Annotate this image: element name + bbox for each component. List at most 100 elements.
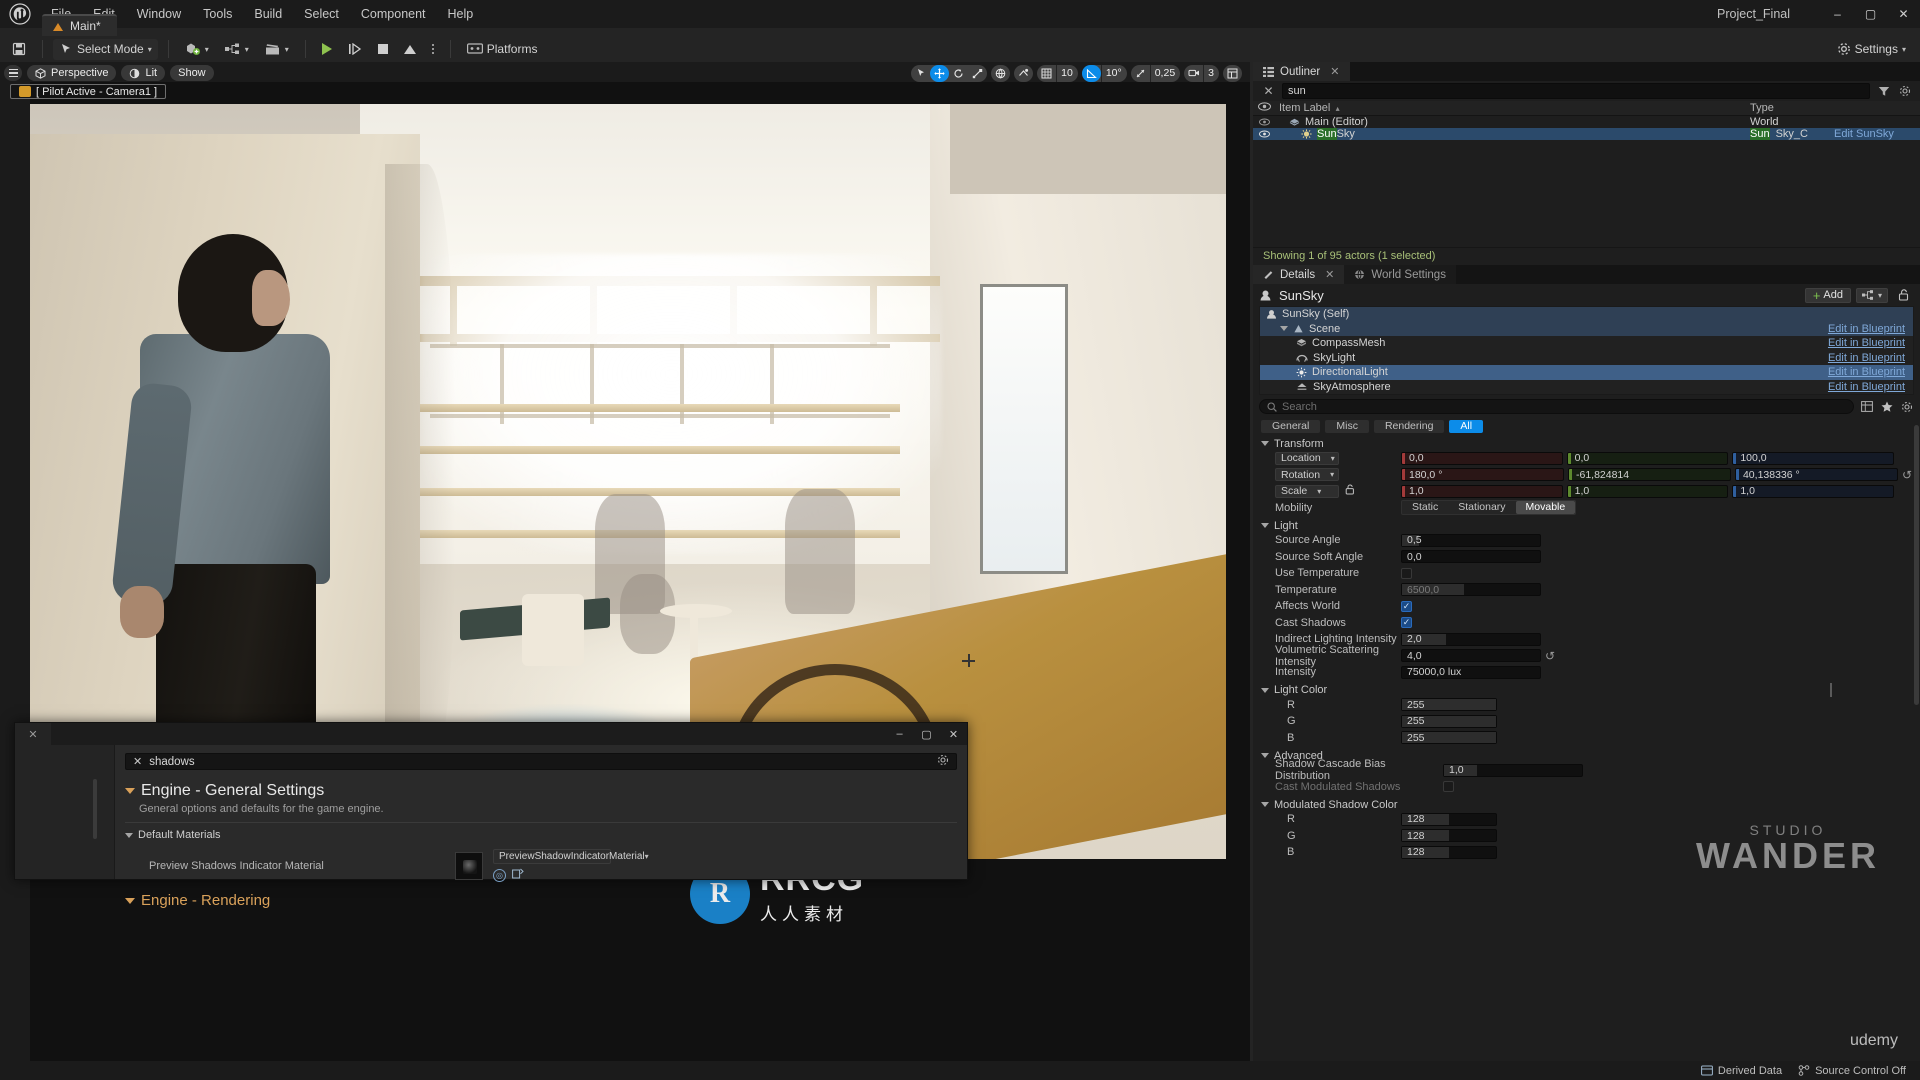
filter-misc[interactable]: Misc [1325, 419, 1369, 433]
source-angle-field[interactable]: 0,5 [1401, 533, 1541, 547]
details-search-box[interactable]: Search [1259, 399, 1854, 414]
add-actor-button[interactable]: ▾ [179, 39, 215, 60]
row-visibility-icon[interactable] [1253, 118, 1275, 126]
dialog-search-input[interactable] [149, 755, 930, 768]
row-visibility-icon[interactable] [1253, 130, 1275, 138]
component-row-sunsky-self[interactable]: SunSky (Self) [1260, 307, 1913, 322]
section-light-color-header[interactable]: Light Color [1253, 683, 1920, 697]
add-component-button[interactable]: + Add [1804, 287, 1851, 303]
component-row-scene[interactable]: Scene Edit in Blueprint [1260, 321, 1913, 336]
world-coords-icon[interactable] [991, 64, 1011, 82]
edit-in-blueprint-link[interactable]: Edit in Blueprint [1828, 337, 1905, 349]
translate-gizmo-icon[interactable] [930, 64, 950, 82]
edit-in-blueprint-link[interactable]: Edit in Blueprint [1828, 381, 1905, 393]
revert-rotation-icon[interactable]: ↺ [1902, 468, 1912, 482]
dialog-category-list[interactable] [15, 745, 115, 879]
section-modulated-shadow-color-header[interactable]: Modulated Shadow Color [1253, 798, 1920, 811]
scale-z-field[interactable]: 1,0 [1732, 484, 1895, 498]
surface-snap-icon[interactable] [1014, 64, 1034, 82]
scale-mode-combo[interactable]: Scale ▾ [1275, 484, 1339, 498]
collapse-caret-icon[interactable] [125, 832, 133, 838]
material-thumbnail[interactable] [455, 851, 483, 880]
viewport-menu-icon[interactable] [4, 65, 22, 81]
outliner-search-box[interactable] [1282, 83, 1870, 99]
rotation-y-field[interactable]: -61,824814 [1567, 468, 1731, 482]
use-temperature-checkbox[interactable] [1401, 567, 1412, 579]
stop-button[interactable] [372, 39, 394, 60]
rotate-gizmo-icon[interactable] [949, 65, 968, 82]
outliner-row-action-link[interactable]: Edit SunSky [1834, 128, 1894, 140]
mod-shadow-b-field[interactable]: 128 [1401, 845, 1497, 859]
outliner-search-input[interactable] [1288, 85, 1864, 97]
outliner-settings-icon[interactable] [1897, 84, 1912, 99]
cinematics-button[interactable]: ▾ [259, 39, 295, 60]
source-soft-angle-field[interactable]: 0,0 [1401, 550, 1541, 564]
filter-all[interactable]: All [1449, 419, 1484, 433]
maximize-viewport-icon[interactable] [1223, 64, 1242, 82]
location-y-field[interactable]: 0,0 [1566, 451, 1729, 465]
light-color-r-field[interactable]: 255 [1401, 698, 1497, 712]
tab-world-settings[interactable]: World Settings [1344, 265, 1456, 284]
scale-y-field[interactable]: 1,0 [1566, 484, 1729, 498]
status-source-control[interactable]: Source Control Off [1798, 1065, 1906, 1077]
collapse-caret-icon[interactable] [1261, 687, 1269, 693]
play-more-button[interactable] [426, 39, 440, 60]
collapse-caret-icon[interactable] [125, 788, 135, 794]
light-color-b-field[interactable]: 255 [1401, 731, 1497, 745]
pilot-active-banner[interactable]: [ Pilot Active - Camera1 ] [10, 84, 167, 99]
close-icon[interactable]: ✕ [1330, 65, 1339, 78]
lock-details-button[interactable] [1893, 288, 1914, 303]
component-row-skyatmosphere[interactable]: SkyAtmosphere Edit in Blueprint [1260, 380, 1913, 395]
dialog-close-button[interactable]: ✕ [940, 723, 967, 745]
component-row-directionallight[interactable]: DirectionalLight Edit in Blueprint [1260, 365, 1913, 380]
collapse-caret-icon[interactable] [1261, 523, 1269, 528]
details-settings-icon[interactable] [1899, 399, 1914, 414]
dialog-search-box[interactable]: ✕ [125, 753, 957, 770]
gear-icon[interactable] [937, 754, 949, 769]
scale-snap-icon[interactable] [1131, 65, 1150, 82]
indirect-lighting-intensity-field[interactable]: 2,0 [1401, 632, 1541, 646]
select-cursor-icon[interactable] [911, 65, 930, 82]
outliner-tree[interactable]: Main (Editor) World SunSky Sun Sky_C Edit… [1253, 116, 1920, 140]
location-x-field[interactable]: 0,0 [1401, 451, 1563, 465]
step-button[interactable] [342, 39, 368, 60]
column-item-label[interactable]: Item Label ▴ [1275, 102, 1750, 114]
collapse-caret-icon[interactable] [125, 897, 135, 904]
revert-volumetric-icon[interactable]: ↺ [1545, 649, 1555, 663]
grid-snap-value[interactable]: 10 [1056, 64, 1078, 82]
section-light-header[interactable]: Light [1253, 519, 1920, 532]
temperature-field[interactable]: 6500,0 [1401, 583, 1541, 597]
collapse-caret-icon[interactable] [1261, 441, 1269, 446]
column-type[interactable]: Type [1750, 102, 1920, 114]
component-row-skylight[interactable]: SkyLight Edit in Blueprint [1260, 351, 1913, 366]
mod-shadow-g-field[interactable]: 128 [1401, 829, 1497, 843]
component-tree[interactable]: SunSky (Self) Scene Edit in Blueprint Co… [1259, 306, 1914, 395]
mobility-movable[interactable]: Movable [1515, 501, 1576, 515]
collapse-caret-icon[interactable] [1261, 753, 1269, 758]
rotation-mode-combo[interactable]: Rotation ▾ [1275, 468, 1339, 482]
cast-shadows-checkbox[interactable] [1401, 617, 1412, 629]
settings-button[interactable]: Settings ▾ [1831, 39, 1912, 60]
rotation-x-field[interactable]: 180,0 ° [1401, 468, 1564, 482]
status-derived-data[interactable]: Derived Data [1700, 1065, 1782, 1077]
grid-snap-icon[interactable] [1037, 65, 1056, 82]
location-z-field[interactable]: 100,0 [1732, 451, 1895, 465]
dialog-next-section-heading[interactable]: Engine - Rendering [125, 892, 957, 909]
camera-speed-icon[interactable] [1184, 65, 1203, 82]
light-color-swatch[interactable] [1830, 683, 1832, 697]
scale-lock-icon[interactable] [1345, 484, 1355, 498]
use-selected-asset-icon[interactable] [512, 868, 524, 882]
angle-snap-icon[interactable] [1081, 64, 1101, 82]
filter-rendering[interactable]: Rendering [1373, 419, 1445, 433]
details-favorites-icon[interactable] [1879, 399, 1894, 414]
outliner-row-main-editor[interactable]: Main (Editor) World [1253, 116, 1920, 128]
collapse-caret-icon[interactable] [1261, 802, 1269, 807]
details-view-options-icon[interactable] [1859, 399, 1874, 414]
mod-shadow-r-field[interactable]: 128 [1401, 812, 1497, 826]
light-color-g-field[interactable]: 255 [1401, 714, 1497, 728]
intensity-field[interactable]: 75000,0 lux [1401, 665, 1541, 679]
dialog-tab-close-icon[interactable]: ✕ [15, 723, 51, 745]
tab-outliner[interactable]: Outliner ✕ [1253, 62, 1350, 81]
material-asset-combo[interactable]: PreviewShadowIndicatorMaterial ▾ [493, 849, 649, 864]
scale-x-field[interactable]: 1,0 [1401, 484, 1563, 498]
